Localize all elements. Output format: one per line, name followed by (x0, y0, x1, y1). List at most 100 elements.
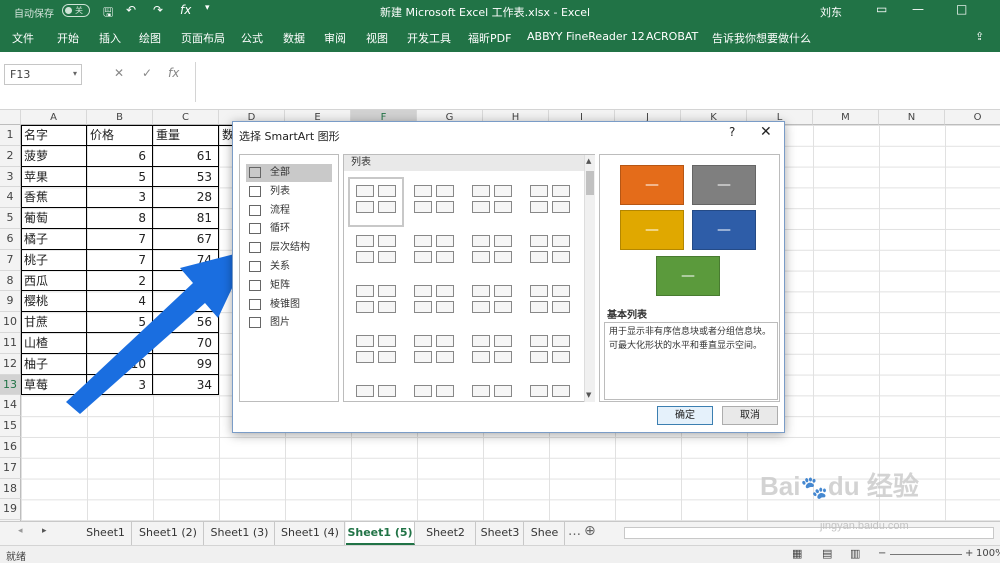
table-cell[interactable]: 3 (87, 374, 153, 396)
table-header-cell[interactable]: 价格 (87, 125, 153, 146)
column-header-C[interactable]: C (153, 110, 219, 125)
table-cell[interactable]: 30 (153, 270, 219, 292)
smartart-layout-16[interactable] (352, 381, 400, 401)
row-header-7[interactable]: 7 (0, 249, 21, 271)
smartart-layout-12[interactable] (352, 331, 400, 373)
page-layout-icon[interactable]: ▤ (822, 547, 832, 560)
ribbon-tab-3[interactable]: 绘图 (139, 30, 161, 46)
table-cell[interactable]: 甘蔗 (21, 312, 87, 333)
column-header-B[interactable]: B (87, 110, 153, 125)
smartart-layout-1[interactable] (410, 181, 458, 223)
table-cell[interactable]: 4 (87, 291, 153, 313)
category-item-1[interactable]: 列表 (246, 183, 332, 201)
row-header-19[interactable]: 19 (0, 499, 21, 521)
row-header-17[interactable]: 17 (0, 457, 21, 479)
horizontal-scrollbar[interactable] (624, 527, 994, 539)
category-item-7[interactable]: 棱锥图 (246, 296, 332, 314)
table-cell[interactable]: 10 (87, 353, 153, 375)
formula-input[interactable] (195, 62, 1000, 102)
ribbon-tab-11[interactable]: ABBYY FineReader 12 (527, 30, 645, 43)
row-header-12[interactable]: 12 (0, 353, 21, 375)
ribbon-tab-6[interactable]: 数据 (283, 30, 305, 46)
insert-function-icon[interactable]: fx (168, 66, 179, 80)
table-cell[interactable]: 28 (153, 187, 219, 209)
ribbon-tab-1[interactable]: 开始 (57, 30, 79, 46)
table-cell[interactable]: 6 (87, 145, 153, 167)
table-header-cell[interactable]: 重量 (153, 125, 219, 146)
column-header-O[interactable]: O (945, 110, 1000, 125)
ribbon-display-icon[interactable]: ▭ (876, 2, 887, 16)
table-cell[interactable]: 草莓 (21, 374, 87, 396)
category-item-5[interactable]: 关系 (246, 258, 332, 276)
table-cell[interactable]: 61 (153, 145, 219, 167)
smartart-layout-17[interactable] (410, 381, 458, 401)
row-header-10[interactable]: 10 (0, 312, 21, 333)
row-header-4[interactable]: 4 (0, 187, 21, 209)
sheet-tab-5[interactable]: Sheet2 (416, 522, 476, 545)
ribbon-tab-10[interactable]: 福昕PDF (468, 30, 511, 46)
share-icon[interactable]: ⇪ (975, 30, 984, 43)
column-header-A[interactable]: A (21, 110, 87, 125)
scroll-down-icon[interactable]: ▼ (586, 391, 591, 399)
redo-icon[interactable]: ↷ (153, 3, 163, 17)
row-header-13[interactable]: 13 (0, 374, 21, 396)
table-cell[interactable]: 桃子 (21, 249, 87, 271)
table-cell[interactable]: 苹果 (21, 166, 87, 188)
sheet-tab-0[interactable]: Sheet1 (80, 522, 132, 545)
minimize-icon[interactable]: — (912, 2, 924, 16)
autosave-toggle[interactable]: 关 (62, 4, 90, 17)
smartart-layout-18[interactable] (468, 381, 516, 401)
row-header-5[interactable]: 5 (0, 208, 21, 229)
table-cell[interactable]: 5 (87, 166, 153, 188)
ribbon-tab-5[interactable]: 公式 (241, 30, 263, 46)
table-cell[interactable]: 36 (153, 291, 219, 313)
sheet-tab-6[interactable]: Sheet3 (477, 522, 524, 545)
maximize-icon[interactable]: □ (956, 2, 967, 16)
page-break-icon[interactable]: ▥ (850, 547, 860, 560)
smartart-layout-5[interactable] (410, 231, 458, 273)
customize-icon[interactable]: ▾ (205, 3, 210, 13)
table-cell[interactable]: 70 (153, 333, 219, 354)
table-cell[interactable]: 西瓜 (21, 270, 87, 292)
name-box[interactable]: F13 ▾ (4, 64, 82, 85)
table-cell[interactable]: 7 (87, 229, 153, 250)
smartart-layout-19[interactable] (526, 381, 574, 401)
ribbon-tab-12[interactable]: ACROBAT (646, 30, 698, 43)
smartart-layout-6[interactable] (468, 231, 516, 273)
row-header-18[interactable]: 18 (0, 478, 21, 500)
table-cell[interactable]: 葡萄 (21, 208, 87, 229)
scroll-right-icon[interactable]: ▸ (42, 526, 47, 536)
ribbon-tab-8[interactable]: 视图 (366, 30, 388, 46)
smartart-layout-7[interactable] (526, 231, 574, 273)
function-icon[interactable]: fx (180, 3, 191, 17)
smartart-layout-8[interactable] (352, 281, 400, 323)
smartart-layout-0[interactable] (348, 177, 404, 227)
column-header-N[interactable]: N (879, 110, 945, 125)
smartart-layout-2[interactable] (468, 181, 516, 223)
column-header-M[interactable]: M (813, 110, 879, 125)
scroll-left-icon[interactable]: ◂ (18, 526, 23, 536)
row-header-11[interactable]: 11 (0, 333, 21, 354)
smartart-layout-3[interactable] (526, 181, 574, 223)
category-item-8[interactable]: 图片 (246, 314, 332, 332)
smartart-layout-10[interactable] (468, 281, 516, 323)
ok-button[interactable]: 确定 (657, 406, 713, 425)
table-cell[interactable]: 2 (87, 270, 153, 292)
ribbon-tab-0[interactable]: 文件 (12, 30, 34, 46)
sheet-tab-4[interactable]: Sheet1 (5) (346, 522, 415, 545)
table-cell[interactable]: 99 (153, 353, 219, 375)
table-header-cell[interactable]: 名字 (21, 125, 87, 146)
ribbon-tab-4[interactable]: 页面布局 (181, 30, 225, 46)
row-header-2[interactable]: 2 (0, 145, 21, 167)
zoom-slider[interactable] (890, 554, 962, 555)
table-cell[interactable]: 3 (87, 187, 153, 209)
table-cell[interactable]: 山楂 (21, 333, 87, 354)
normal-view-icon[interactable]: ▦ (792, 547, 802, 560)
row-header-14[interactable]: 14 (0, 395, 21, 417)
gallery-scrollbar[interactable]: ▲ ▼ (584, 155, 595, 402)
table-cell[interactable]: 橘子 (21, 229, 87, 250)
cancel-button[interactable]: 取消 (722, 406, 778, 425)
category-item-6[interactable]: 矩阵 (246, 277, 332, 295)
help-icon[interactable]: ? (729, 125, 735, 139)
row-header-8[interactable]: 8 (0, 270, 21, 292)
